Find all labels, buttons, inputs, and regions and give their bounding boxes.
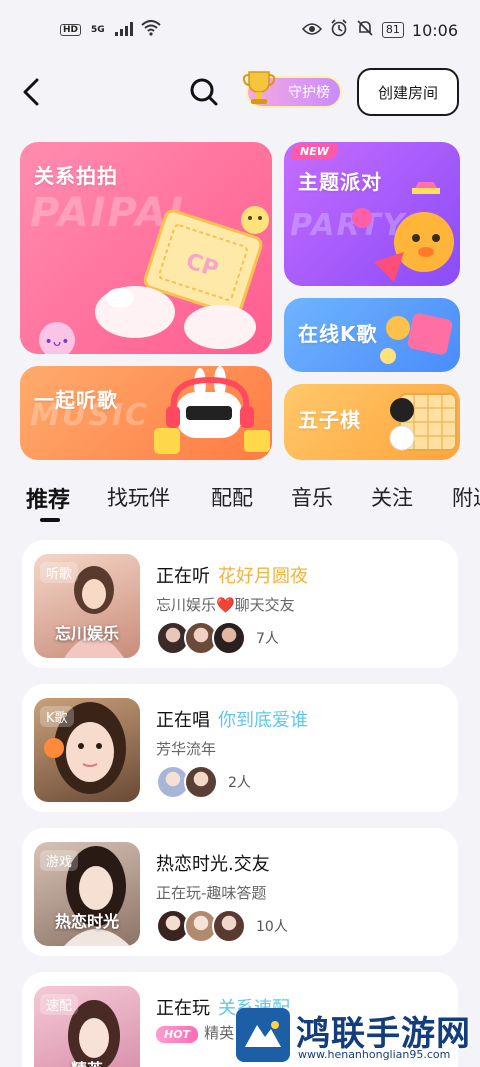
ktv-illustration	[380, 313, 453, 364]
headphone-bunny-illustration	[154, 366, 270, 454]
back-button[interactable]	[16, 74, 46, 110]
category-tabs: 推荐 找玩伴 配配 音乐 关注 附近	[0, 476, 480, 524]
tab-music[interactable]: 音乐	[291, 482, 333, 512]
room-cover: 听歌 忘川娱乐	[34, 554, 140, 658]
cp-ticket-illustration: CP	[95, 206, 269, 349]
card-ghost-text: MUSIC	[30, 398, 149, 433]
avatar	[212, 909, 246, 943]
room-members: 10人	[156, 908, 288, 944]
room-card[interactable]: K歌 正在唱 你到底爱谁 芳华流年 2人	[22, 684, 458, 812]
room-title: 正在听 花好月圆夜	[156, 562, 308, 588]
cover-tag: K歌	[40, 706, 74, 727]
tab-match[interactable]: 配配	[211, 482, 253, 512]
cover-caption: 忘川娱乐	[54, 624, 119, 643]
card-title: 五子棋	[298, 408, 361, 432]
card-title: 关系拍拍	[34, 164, 118, 188]
new-badge: NEW	[292, 144, 337, 159]
room-subtitle: HOT 精英	[156, 1022, 234, 1043]
tab-following[interactable]: 关注	[371, 482, 413, 512]
card-gomoku[interactable]: 五子棋	[284, 384, 460, 460]
search-icon	[190, 78, 218, 106]
cover-tag: 游戏	[40, 850, 79, 871]
trophy-icon	[242, 71, 276, 104]
member-count: 7人	[256, 631, 279, 647]
search-button[interactable]	[186, 74, 222, 110]
room-subtitle-text: 精英	[204, 1024, 235, 1042]
signal-icon	[114, 21, 133, 40]
watermark-logo	[236, 1008, 290, 1062]
watermark-url: www.henanhonglian95.com	[298, 1048, 451, 1061]
avatar	[212, 621, 246, 655]
hd-indicator: HD	[60, 24, 82, 36]
room-subtitle: 芳华流年	[156, 740, 217, 758]
status-bar: HD 5G 81 10:06	[0, 0, 480, 60]
back-arrow-icon	[23, 78, 39, 106]
room-song: 你到底爱谁	[218, 710, 308, 731]
battery-indicator: 81	[381, 22, 404, 38]
room-card[interactable]: 听歌 忘川娱乐 正在听 花好月圆夜 忘川娱乐❤️聊天交友 7人	[22, 540, 458, 668]
tab-recommend[interactable]: 推荐	[26, 482, 70, 514]
top-nav: 守护榜 创建房间	[0, 62, 480, 122]
eye-icon	[301, 21, 322, 40]
cover-caption: 热恋时光	[54, 912, 119, 931]
room-cover: 速配 精英	[34, 986, 140, 1067]
cover-tag: 速配	[40, 994, 79, 1015]
room-subtitle: 正在玩-趣味答题	[156, 884, 267, 902]
member-count: 10人	[256, 919, 288, 935]
room-title: 正在唱 你到底爱谁	[156, 706, 308, 732]
cover-tag: 听歌	[40, 562, 79, 583]
card-theme-party[interactable]: NEW 主题派对 PARTY	[284, 142, 460, 286]
guard-ranking-label: 守护榜	[288, 85, 330, 101]
heart-sticker-icon: •ᴗ•	[39, 322, 75, 354]
gomoku-board-illustration	[389, 393, 457, 451]
avatar	[184, 765, 218, 799]
tab-nearby[interactable]: 附近	[452, 482, 480, 512]
room-subtitle: 忘川娱乐❤️聊天交友	[156, 596, 295, 614]
svg-text:•ᴗ•: •ᴗ•	[44, 334, 69, 350]
room-cover: K歌	[34, 698, 140, 802]
room-cover: 游戏 热恋时光	[34, 842, 140, 946]
mute-bell-icon	[356, 19, 374, 41]
tab-find-partner[interactable]: 找玩伴	[107, 482, 170, 512]
room-status-verb: 正在玩	[156, 998, 210, 1019]
card-online-ktv[interactable]: 在线K歌	[284, 298, 460, 372]
card-listen-together[interactable]: 一起听歌 MUSIC	[20, 366, 272, 460]
network-type: 5G	[91, 25, 105, 35]
cover-caption: 精英	[34, 1056, 140, 1067]
create-room-button[interactable]: 创建房间	[357, 68, 459, 116]
alarm-icon	[330, 19, 348, 41]
room-members: 7人	[156, 620, 279, 656]
clock: 10:06	[411, 20, 458, 40]
guard-ranking-button[interactable]: 守护榜	[242, 71, 342, 108]
card-title: 在线K歌	[298, 322, 378, 346]
room-title: 热恋时光.交友	[156, 854, 270, 875]
member-count: 2人	[228, 775, 251, 791]
room-status-verb: 正在听	[156, 566, 210, 587]
room-card[interactable]: 游戏 热恋时光 热恋时光.交友 正在玩-趣味答题 10人	[22, 828, 458, 956]
site-watermark: 鸿联手游网 www.henanhonglian95.com	[236, 1002, 480, 1067]
room-members: 2人	[156, 764, 251, 800]
party-duck-illustration	[352, 182, 454, 282]
tab-indicator	[40, 518, 60, 522]
wifi-icon	[141, 20, 161, 40]
card-relationship-paipai[interactable]: 关系拍拍 PAIPAI CP •ᴗ•	[20, 142, 272, 354]
hot-badge: HOT	[156, 1026, 199, 1043]
room-status-verb: 正在唱	[156, 710, 210, 731]
room-song: 花好月圆夜	[218, 566, 308, 587]
